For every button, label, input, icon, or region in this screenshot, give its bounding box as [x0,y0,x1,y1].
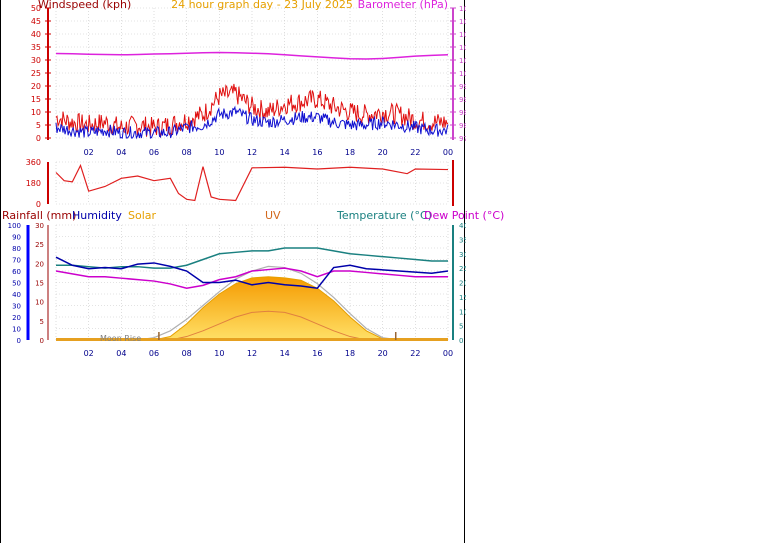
temp-tick-label: 20 [459,280,466,288]
wind-tick-label: 50 [31,4,41,13]
baro-tick-label: 1025 [459,5,466,13]
baro-tick-label: 1010 [459,44,466,52]
wind-x-tick-label: 20 [378,148,388,157]
rain-tick-label: 5 [40,318,44,326]
humidity-tick-label: 90 [12,234,21,242]
temp-tick-label: 40 [459,222,466,230]
wind-x-tick-label: 22 [410,148,420,157]
wind-tick-label: 25 [31,69,41,78]
solar-area [56,276,448,341]
wind-x-tick-label: 08 [182,148,192,157]
wind-tick-label: 35 [31,43,41,52]
barometer-line [55,51,449,60]
wind-x-tick-label: 18 [345,148,355,157]
wind-x-tick-label: 16 [312,148,322,157]
rain-tick-label: 25 [35,241,44,249]
temp-x-tick-label: 00 [443,349,453,358]
temp-x-tick-label: 08 [182,349,192,358]
dir-tick-label: 0 [36,200,41,209]
baro-tick-label: 1005 [459,57,466,65]
wind-tick-label: 40 [31,30,41,39]
chart-frame: 0510152025303540455097598098599099510001… [0,0,466,543]
temp-tick-label: 0 [459,337,463,345]
temp-x-tick-label: 06 [149,349,159,358]
wind-x-tick-label: 12 [247,148,257,157]
temp-tick-label: 25 [459,265,466,273]
humidity-tick-label: 100 [8,222,21,230]
humidity-tick-label: 10 [12,326,21,334]
baro-tick-label: 980 [459,122,466,130]
rain-tick-label: 30 [35,222,44,230]
rain-tick-label: 10 [35,299,44,307]
temp-tick-label: 35 [459,236,466,244]
baro-tick-label: 1000 [459,70,466,78]
wind-tick-label: 10 [31,108,41,117]
temp-x-tick-label: 12 [247,349,257,358]
dir-tick-label: 360 [26,158,41,167]
baro-tick-label: 990 [459,96,466,104]
rain-baseline [56,338,448,341]
wind-tick-label: 15 [31,95,41,104]
temp-x-tick-label: 20 [378,349,388,358]
baro-tick-label: 995 [459,83,466,91]
temp-tick-label: 15 [459,294,466,302]
wind-x-tick-label: 04 [116,148,126,157]
humidity-tick-label: 70 [12,257,21,265]
wind-tick-label: 0 [36,134,41,143]
temp-tick-label: 10 [459,308,466,316]
humidity-tick-label: 60 [12,268,21,276]
humidity-tick-label: 50 [12,280,21,288]
wind-x-tick-label: 06 [149,148,159,157]
wind-tick-label: 20 [31,82,41,91]
temp-x-tick-label: 02 [84,349,94,358]
temp-x-tick-label: 16 [312,349,322,358]
temp-tick-label: 30 [459,251,466,259]
baro-tick-label: 975 [459,135,466,143]
baro-tick-label: 1020 [459,18,466,26]
temp-x-tick-label: 14 [280,349,290,358]
temp-x-tick-label: 22 [410,349,420,358]
baro-tick-label: 985 [459,109,466,117]
temp-x-tick-label: 10 [214,349,224,358]
baro-tick-label: 1015 [459,31,466,39]
temp-tick-label: 5 [459,323,463,331]
wind-tick-label: 5 [36,121,41,130]
dir-tick-label: 180 [26,179,41,188]
humidity-tick-label: 80 [12,245,21,253]
humidity-tick-label: 0 [17,337,21,345]
wind-x-tick-label: 14 [280,148,290,157]
rain-tick-label: 15 [35,280,44,288]
wind-tick-label: 30 [31,56,41,65]
rain-tick-label: 20 [35,260,44,268]
humidity-tick-label: 30 [12,303,21,311]
wind-x-tick-label: 00 [443,148,453,157]
weather-chart: 0510152025303540455097598098599099510001… [8,4,466,358]
temp-x-tick-label: 04 [116,349,126,358]
wind-x-tick-label: 10 [214,148,224,157]
wind-x-tick-label: 02 [84,148,94,157]
humidity-tick-label: 20 [12,314,21,322]
wind-tick-label: 45 [31,17,41,26]
humidity-tick-label: 40 [12,291,21,299]
temp-x-tick-label: 18 [345,349,355,358]
rain-tick-label: 0 [40,337,44,345]
